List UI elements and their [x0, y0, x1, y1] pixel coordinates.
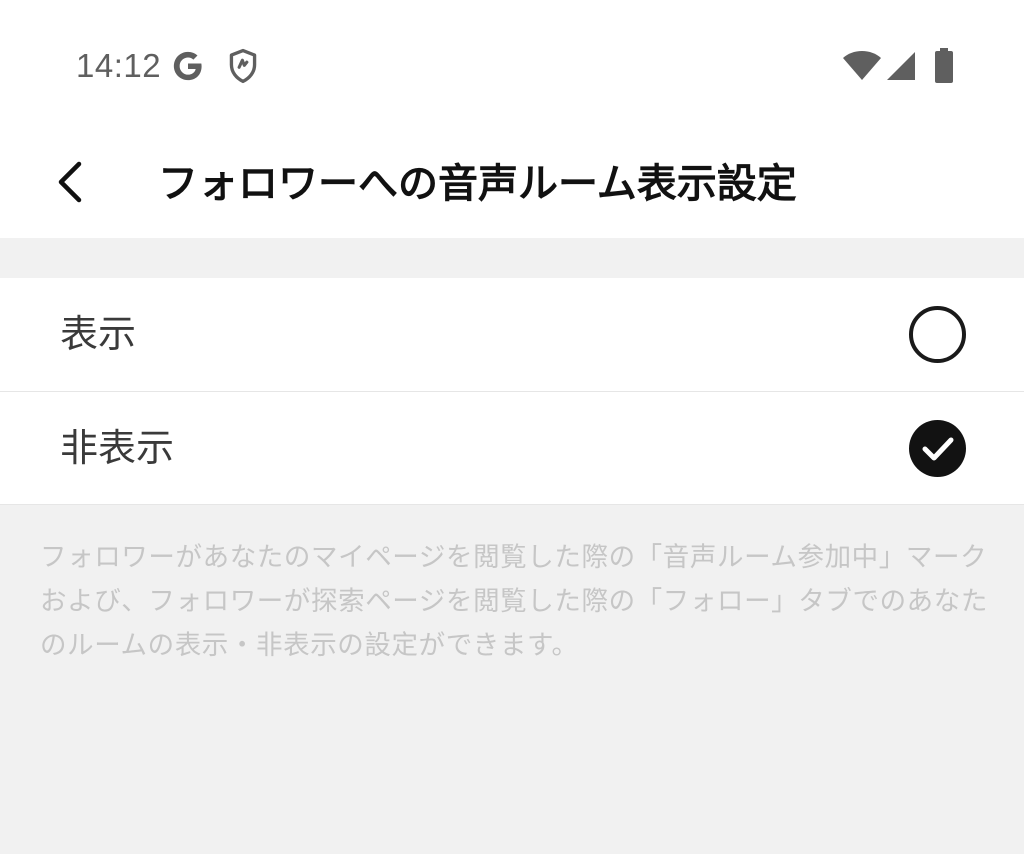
visibility-options: 表示 非表示	[0, 278, 1024, 505]
screen: 14:12 フォロワーへの音声ルーム表示設定 表示 非表示 フォロワーがあなたの…	[0, 0, 1024, 854]
option-hide-label: 非表示	[60, 426, 175, 470]
shield-icon	[227, 48, 259, 84]
status-bar: 14:12	[0, 0, 1024, 130]
wifi-icon	[842, 50, 882, 82]
back-button[interactable]	[44, 158, 96, 210]
status-left: 14:12	[76, 44, 259, 88]
option-hide-radio[interactable]	[909, 420, 966, 477]
option-show[interactable]: 表示	[0, 278, 1024, 391]
page-title: フォロワーへの音声ルーム表示設定	[158, 161, 797, 207]
battery-icon	[934, 48, 954, 84]
cell-signal-icon	[886, 51, 916, 81]
google-g-icon	[171, 49, 205, 83]
status-time: 14:12	[76, 47, 162, 84]
option-hide[interactable]: 非表示	[0, 391, 1024, 504]
checkmark-icon	[922, 437, 953, 460]
app-bar: フォロワーへの音声ルーム表示設定	[0, 130, 1024, 238]
status-right	[842, 46, 954, 86]
chevron-left-icon	[55, 161, 85, 207]
option-show-label: 表示	[60, 312, 137, 356]
option-show-radio[interactable]	[909, 306, 966, 363]
settings-description: フォロワーがあなたのマイページを閲覧した際の「音声ルーム参加中」マークおよび、フ…	[40, 542, 988, 661]
